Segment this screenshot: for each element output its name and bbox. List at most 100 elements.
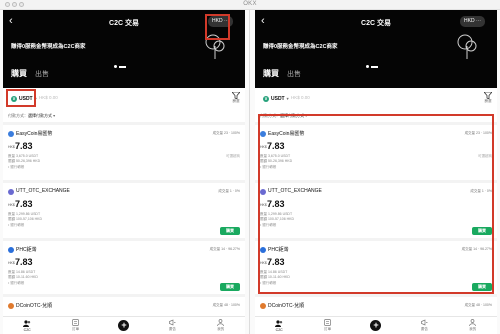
merchant-card[interactable]: DCoinOTC-兌順 成交量 48 · 100% <box>255 294 497 316</box>
filter-button[interactable]: 篩選 <box>483 92 493 104</box>
currency-symbol: HK$ <box>8 203 15 207</box>
merchant-card[interactable]: EasyCoin易匯幣 成交量 23 · 100% HK$ 7.83 數量 3,… <box>255 122 497 179</box>
nav-item-c2c[interactable]: C2C <box>12 319 42 332</box>
trade-tabs: 購買 出售 <box>263 68 301 79</box>
coin-selector[interactable]: ₮ USDT ▾ <box>8 92 40 105</box>
coin-label: USDT <box>19 95 33 102</box>
merchant-avatar <box>8 189 14 195</box>
tether-icon: ₮ <box>11 95 17 102</box>
plus-icon: + <box>118 320 130 331</box>
nav-label: C2C <box>275 327 283 332</box>
nav-item-orders[interactable]: 訂單 <box>61 319 91 332</box>
nav-item-c2c[interactable]: C2C <box>264 319 294 332</box>
panel-divider <box>249 10 250 334</box>
merchant-avatar <box>260 303 266 309</box>
payment-method-filter[interactable]: 付款方式：選擇付款方式 ▾ <box>260 113 307 119</box>
merchant-avatar <box>8 131 14 137</box>
merchant-stats: 成交量 48 · 100% <box>212 303 240 307</box>
merchant-name: EasyCoin易匯幣 <box>16 131 53 137</box>
nav-label: 廣告 <box>168 327 176 331</box>
funnel-icon <box>232 92 240 99</box>
payment-method: • 銀行轉帳 <box>260 281 277 285</box>
currency-symbol: HK$ <box>8 261 15 265</box>
chevron-down-icon: ▾ <box>34 96 37 101</box>
merchant-card[interactable]: UTT_OTC_EXCHANGE 成交量 1 · 0% HK$ 7.83 數量 … <box>3 180 245 237</box>
nav-item-ads[interactable]: 廣告 <box>157 319 187 332</box>
merchant-card[interactable]: PHC鉅灣 成交量 14 · 96.27% HK$ 7.83 數量 14.86 … <box>3 238 245 293</box>
coin-selector[interactable]: ₮ USDT ▾ <box>260 92 292 105</box>
buy-button[interactable]: 購買 <box>220 227 240 235</box>
buy-button[interactable]: 購買 <box>472 227 492 235</box>
price: 7.83 <box>15 141 33 151</box>
plus-icon: + <box>370 320 382 331</box>
buy-button[interactable]: 購買 <box>220 283 240 291</box>
amount-input[interactable]: HK$ 0.00 <box>39 95 58 100</box>
currency-symbol: HK$ <box>260 145 267 149</box>
filter-row: ₮ USDT ▾ HK$ 0.00 篩選 <box>3 88 245 110</box>
nav-item-ads[interactable]: 廣告 <box>409 319 439 332</box>
tab-sell[interactable]: 出售 <box>35 69 49 79</box>
bottom-nav: C2C 訂單 + 廣告 我的 <box>255 316 497 334</box>
nav-item-post[interactable]: + <box>361 320 391 331</box>
filter-button[interactable]: 篩選 <box>231 92 241 104</box>
merchant-name: UTT_OTC_EXCHANGE <box>16 188 70 194</box>
tab-buy[interactable]: 購買 <box>11 68 27 79</box>
merchant-name: DCoinOTC-兌順 <box>16 303 53 309</box>
carousel-active-dot <box>371 66 378 68</box>
nav-item-post[interactable]: + <box>109 320 139 331</box>
bottom-nav: C2C 訂單 + 廣告 我的 <box>3 316 245 334</box>
currency-symbol: HK$ <box>8 145 15 149</box>
header-banner: ‹ C2C 交易 HKD ⋯ 賺得0服務金幣現成為C2C商家 購買 出售 <box>255 10 497 88</box>
merchant-card[interactable]: EasyCoin易匯幣 成交量 23 · 100% HK$ 7.83 數量 3,… <box>3 122 245 179</box>
nav-label: C2C <box>23 327 31 332</box>
buy-button[interactable]: 購買 <box>472 283 492 291</box>
people-icon <box>23 319 31 327</box>
ad-icon <box>421 319 428 326</box>
payment-value: 選擇付款方式 <box>280 113 304 118</box>
currency-button[interactable]: HKD ⋯ <box>208 16 233 27</box>
header-banner: ‹ C2C 交易 HKD ⋯ 賺得0服務金幣現成為C2C商家 購買 出售 <box>3 10 245 88</box>
nav-item-orders[interactable]: 訂單 <box>313 319 343 332</box>
merchant-avatar <box>8 303 14 309</box>
order-limit: 限額 10-11.60 HKD <box>8 275 38 279</box>
payment-method: • 銀行轉帳 <box>260 223 277 227</box>
order-limit: 限額 100-57,106 HKD <box>8 217 43 221</box>
tab-sell[interactable]: 出售 <box>287 69 301 79</box>
merchant-name: PHC鉅灣 <box>268 247 289 253</box>
nav-item-profile[interactable]: 我的 <box>206 319 236 332</box>
window-titlebar: OKX <box>0 0 500 10</box>
currency-symbol: HK$ <box>260 261 267 265</box>
nav-label: 我的 <box>217 327 225 331</box>
nav-label: 廣告 <box>420 327 428 331</box>
merchant-avatar <box>260 189 266 195</box>
nav-label: 訂單 <box>72 327 80 331</box>
merchant-name: DCoinOTC-兌順 <box>268 303 305 309</box>
merchant-card[interactable]: UTT_OTC_EXCHANGE 成交量 1 · 0% HK$ 7.83 數量 … <box>255 180 497 237</box>
order-limit: 限額 50-26,396 HKD <box>8 159 41 163</box>
merchant-name: EasyCoin易匯幣 <box>268 131 305 137</box>
amount-input[interactable]: HK$ 0.00 <box>291 95 310 100</box>
tab-buy[interactable]: 購買 <box>263 68 279 79</box>
coin-label: USDT <box>271 95 285 102</box>
trade-tabs: 購買 出售 <box>11 68 49 79</box>
currency-label: HKD <box>464 18 475 24</box>
price: 7.83 <box>15 257 33 267</box>
merchant-avatar <box>260 131 266 137</box>
currency-button[interactable]: HKD ⋯ <box>460 16 485 27</box>
nav-item-profile[interactable]: 我的 <box>458 319 488 332</box>
order-limit: 限額 100-57,106 HKD <box>260 217 295 221</box>
price: 7.83 <box>267 257 285 267</box>
nav-label: 我的 <box>469 327 477 331</box>
tether-icon: ₮ <box>263 95 269 102</box>
merchant-stats: 成交量 23 · 100% <box>464 131 492 135</box>
price: 7.83 <box>267 141 285 151</box>
merchant-stats: 成交量 1 · 0% <box>218 189 240 193</box>
tree-illustration-icon <box>205 34 225 59</box>
nav-label: 訂單 <box>324 327 332 331</box>
people-icon <box>275 319 283 327</box>
merchant-card[interactable]: DCoinOTC-兌順 成交量 48 · 100% <box>3 294 245 316</box>
payment-method-filter[interactable]: 付款方式：選擇付款方式 ▾ <box>8 113 55 119</box>
payment-method: • 銀行轉帳 <box>8 165 25 169</box>
merchant-avatar <box>8 247 14 253</box>
merchant-card[interactable]: PHC鉅灣 成交量 14 · 96.27% HK$ 7.83 數量 14.86 … <box>255 238 497 293</box>
